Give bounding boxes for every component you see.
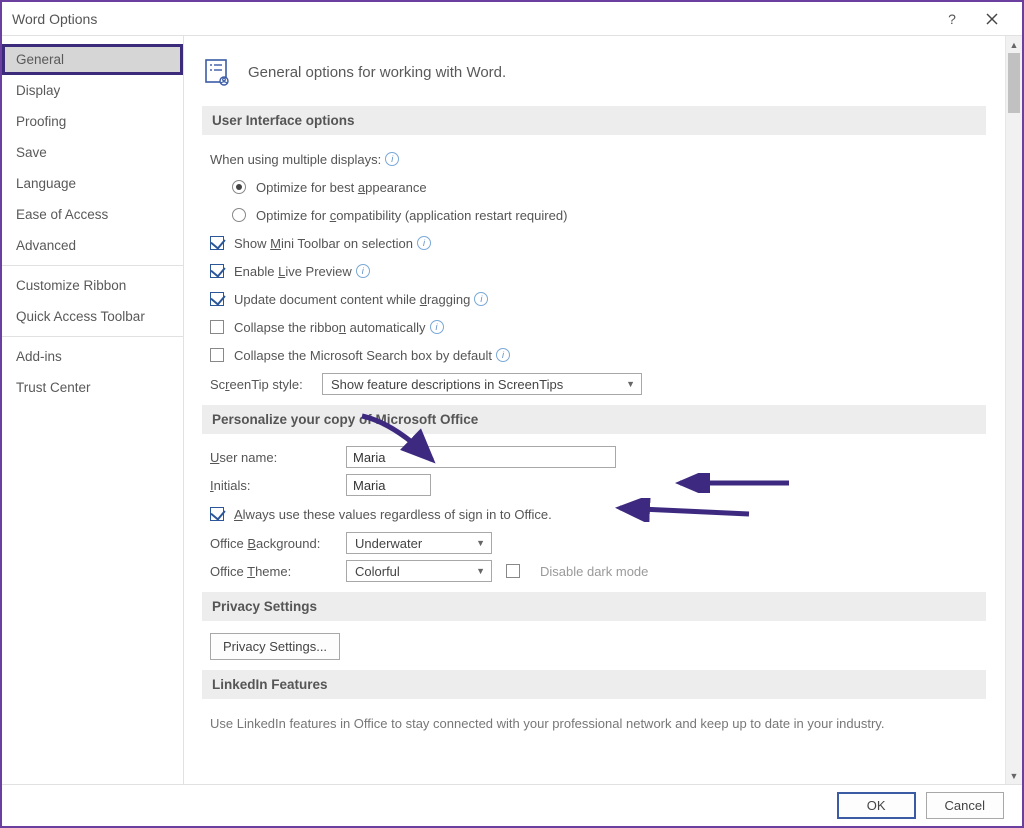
section-personalize: Personalize your copy of Microsoft Offic… [202,405,986,434]
sidebar-item-display[interactable]: Display [2,75,183,106]
sidebar-item-language[interactable]: Language [2,168,183,199]
office-bg-label: Office Background: [210,536,346,551]
general-options-icon [202,56,234,88]
section-privacy: Privacy Settings [202,592,986,621]
sidebar-item-customize-ribbon[interactable]: Customize Ribbon [2,270,183,301]
collapse-search-label: Collapse the Microsoft Search box by def… [234,348,492,363]
checkbox-disable-dark[interactable] [506,564,520,578]
sidebar-item-trust-center[interactable]: Trust Center [2,372,183,403]
section-ui-options: User Interface options [202,106,986,135]
always-use-row[interactable]: Always use these values regardless of si… [210,502,986,526]
radio-compat-row[interactable]: Optimize for compatibility (application … [232,203,986,227]
sidebar-item-add-ins[interactable]: Add-ins [2,341,183,372]
info-icon[interactable]: i [417,236,431,250]
close-button[interactable] [972,4,1012,34]
scroll-up-icon[interactable]: ▲ [1006,36,1022,53]
username-row: User name: [210,446,986,468]
radio-best-appearance-row[interactable]: Optimize for best appearance [232,175,986,199]
checkbox-collapse-search[interactable] [210,348,224,362]
collapse-ribbon-row[interactable]: Collapse the ribbon automatically i [210,315,986,339]
checkbox-always-use[interactable] [210,507,224,521]
collapse-ribbon-label: Collapse the ribbon automatically [234,320,426,335]
disable-dark-label: Disable dark mode [540,564,648,579]
checkbox-mini-toolbar[interactable] [210,236,224,250]
username-label: User name: [210,450,346,465]
radio-best-appearance[interactable] [232,180,246,194]
office-bg-value: Underwater [355,536,422,551]
dialog-button-bar: OK Cancel [2,784,1022,826]
sidebar-item-ease-of-access[interactable]: Ease of Access [2,199,183,230]
username-input[interactable] [346,446,616,468]
page-heading-text: General options for working with Word. [248,64,506,81]
info-icon[interactable]: i [474,292,488,306]
sidebar-item-advanced[interactable]: Advanced [2,230,183,261]
always-use-label: Always use these values regardless of si… [234,507,552,522]
update-dragging-label: Update document content while dragging [234,292,470,307]
office-theme-dropdown[interactable]: Colorful ▼ [346,560,492,582]
office-theme-value: Colorful [355,564,400,579]
page-heading: General options for working with Word. [202,56,986,88]
multi-display-label-row: When using multiple displays: i [210,147,986,171]
show-mini-toolbar-row[interactable]: Show Mini Toolbar on selection i [210,231,986,255]
screentip-value: Show feature descriptions in ScreenTips [331,377,563,392]
collapse-search-row[interactable]: Collapse the Microsoft Search box by def… [210,343,986,367]
privacy-settings-button[interactable]: Privacy Settings... [210,633,340,660]
title-bar: Word Options ? [2,2,1022,36]
radio-compatibility[interactable] [232,208,246,222]
screentip-row: ScreenTip style: Show feature descriptio… [210,373,986,395]
sidebar: General Display Proofing Save Language E… [2,36,184,784]
cancel-button[interactable]: Cancel [926,792,1004,819]
office-theme-label: Office Theme: [210,564,346,579]
screentip-dropdown[interactable]: Show feature descriptions in ScreenTips … [322,373,642,395]
initials-label: Initials: [210,478,346,493]
info-icon[interactable]: i [496,348,510,362]
checkbox-live-preview[interactable] [210,264,224,278]
radio-compat-label: Optimize for compatibility (application … [256,208,567,223]
window-title: Word Options [12,11,932,27]
office-bg-row: Office Background: Underwater ▼ [210,532,986,554]
content-wrap: General options for working with Word. U… [184,36,1022,784]
office-theme-row: Office Theme: Colorful ▼ Disable dark mo… [210,560,986,582]
live-preview-label: Enable Live Preview [234,264,352,279]
initials-row: Initials: [210,474,986,496]
chevron-down-icon: ▼ [476,538,485,548]
info-icon[interactable]: i [430,320,444,334]
sidebar-item-proofing[interactable]: Proofing [2,106,183,137]
main-area: General Display Proofing Save Language E… [2,36,1022,784]
scroll-down-icon[interactable]: ▼ [1006,767,1022,784]
info-icon[interactable]: i [385,152,399,166]
sidebar-item-general[interactable]: General [2,44,183,75]
sidebar-separator [2,336,183,337]
office-bg-dropdown[interactable]: Underwater ▼ [346,532,492,554]
checkbox-collapse-ribbon[interactable] [210,320,224,334]
help-button[interactable]: ? [932,4,972,34]
close-icon [986,13,998,25]
radio-best-appearance-label: Optimize for best appearance [256,180,427,195]
live-preview-row[interactable]: Enable Live Preview i [210,259,986,283]
multi-display-label: When using multiple displays: [210,152,381,167]
update-dragging-row[interactable]: Update document content while dragging i [210,287,986,311]
sidebar-separator [2,265,183,266]
linkedin-desc: Use LinkedIn features in Office to stay … [210,711,986,735]
content-panel: General options for working with Word. U… [184,36,1004,784]
ok-button[interactable]: OK [837,792,916,819]
initials-input[interactable] [346,474,431,496]
vertical-scrollbar[interactable]: ▲ ▼ [1005,36,1022,784]
info-icon[interactable]: i [356,264,370,278]
section-linkedin: LinkedIn Features [202,670,986,699]
screentip-label: ScreenTip style: [210,377,322,392]
privacy-btn-row: Privacy Settings... [210,633,986,660]
chevron-down-icon: ▼ [476,566,485,576]
chevron-down-icon: ▼ [626,379,635,389]
scroll-thumb[interactable] [1008,53,1020,113]
mini-toolbar-label: Show Mini Toolbar on selection [234,236,413,251]
sidebar-item-save[interactable]: Save [2,137,183,168]
checkbox-update-dragging[interactable] [210,292,224,306]
sidebar-item-quick-access-toolbar[interactable]: Quick Access Toolbar [2,301,183,332]
